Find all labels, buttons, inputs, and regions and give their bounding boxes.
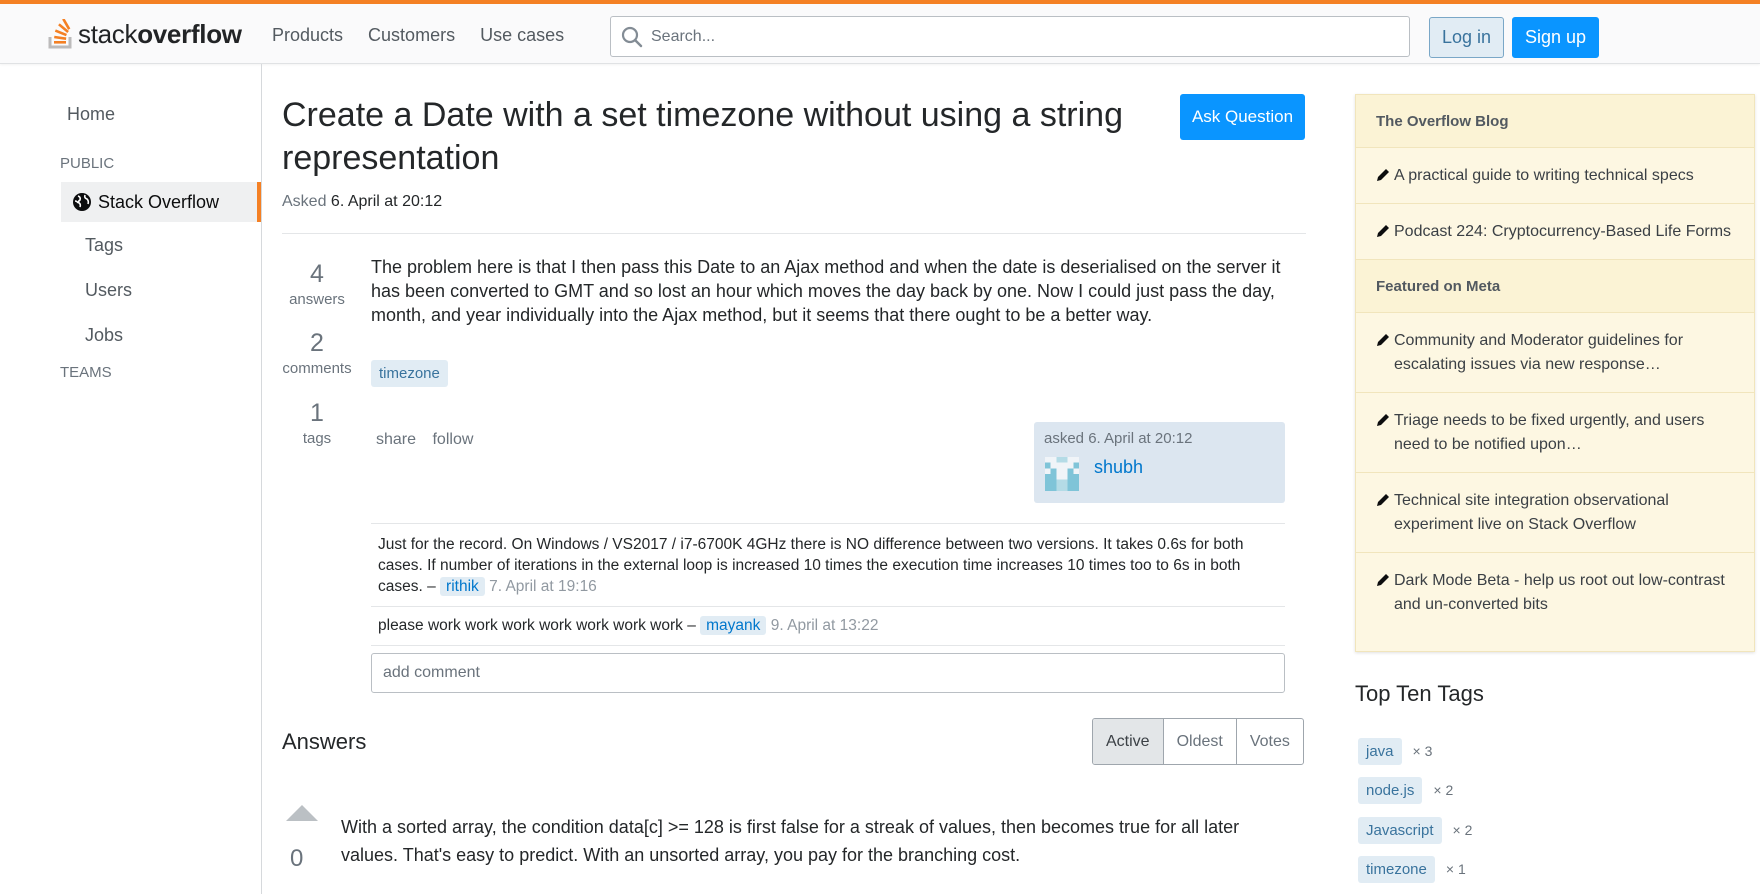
comment: Just for the record. On Windows / VS2017… (371, 524, 1285, 607)
answers-heading: Answers (282, 729, 367, 754)
meta-item[interactable]: Community and Moderator guidelines for e… (1356, 313, 1754, 393)
tag-count: × 2 (1433, 782, 1454, 798)
question-title[interactable]: Create a Date with a set timezone withou… (282, 94, 1152, 180)
meta-item-label: Dark Mode Beta - help us root out low-co… (1394, 572, 1725, 613)
vote-count: 0 (290, 845, 304, 872)
stack-logo-icon (48, 19, 72, 49)
comment-user[interactable]: mayank (700, 616, 767, 635)
nav-use-cases[interactable]: Use cases (480, 25, 564, 46)
meta-item-label: Community and Moderator guidelines for e… (1394, 332, 1684, 373)
follow-link[interactable]: follow (432, 431, 473, 448)
sort-active[interactable]: Active (1093, 719, 1163, 764)
sidebar-item-tags[interactable]: Tags (85, 235, 123, 256)
top-bar: stackoverflow Products Customers Use cas… (0, 0, 1760, 64)
blog-heading: The Overflow Blog (1356, 95, 1754, 148)
tag-timezone[interactable]: timezone (1358, 855, 1435, 883)
tag-javascript[interactable]: Javascript (1358, 816, 1442, 844)
user-card: asked 6. April at 20:12 shubh (1034, 422, 1285, 503)
post-menu: share follow (376, 431, 485, 449)
stackoverflow-logo[interactable]: stackoverflow (48, 14, 242, 54)
stat-tags: 1 tags (282, 398, 352, 450)
search-box (610, 16, 1410, 57)
stat-label: answers (289, 291, 345, 308)
nav-customers[interactable]: Customers (368, 25, 455, 46)
question-body: The problem here is that I then pass thi… (371, 257, 1281, 325)
blog-item-label: A practical guide to writing technical s… (1394, 167, 1694, 184)
login-button[interactable]: Log in (1429, 17, 1504, 58)
tag-nodejs[interactable]: node.js (1358, 776, 1423, 804)
asked-timestamp: asked 6. April at 20:12 (1044, 430, 1193, 447)
sidebar-item-jobs[interactable]: Jobs (85, 325, 123, 346)
asked-date: 6. April at 20:12 (330, 193, 443, 210)
tag-java[interactable]: java (1358, 737, 1402, 765)
top-tag-row: java × 3 (1358, 735, 1432, 767)
blog-item-label: Podcast 224: Cryptocurrency-Based Life F… (1394, 223, 1732, 240)
tag-count: × 3 (1412, 743, 1433, 759)
search-input[interactable] (651, 17, 1391, 56)
sort-oldest[interactable]: Oldest (1162, 719, 1236, 764)
share-link[interactable]: share (376, 431, 416, 448)
signup-button[interactable]: Sign up (1512, 17, 1599, 58)
sidebar-item-home[interactable]: Home (67, 104, 115, 125)
comment-text: please work work work work work work wor… (378, 617, 696, 634)
meta-item-label: Triage needs to be fixed urgently, and u… (1394, 412, 1705, 453)
nav-products[interactable]: Products (272, 25, 343, 46)
blog-item[interactable]: A practical guide to writing technical s… (1356, 148, 1754, 204)
stat-label: tags (302, 430, 332, 447)
stat-comments: 2 comments (282, 328, 352, 380)
sidebar-section-public: PUBLIC (60, 155, 115, 172)
upvote-icon[interactable] (284, 803, 320, 823)
add-comment-input[interactable]: add comment (371, 653, 1285, 693)
ask-question-button[interactable]: Ask Question (1180, 94, 1305, 140)
top-tag-row: Javascript × 2 (1358, 814, 1472, 846)
pencil-icon (1377, 414, 1389, 426)
sort-votes[interactable]: Votes (1235, 719, 1303, 764)
sidebar-item-users[interactable]: Users (85, 280, 132, 301)
top-tag-row: timezone × 1 (1358, 853, 1466, 885)
comment-user[interactable]: rithik (440, 577, 485, 596)
stat-number: 4 (310, 260, 324, 288)
author-name[interactable]: shubh (1094, 457, 1143, 478)
tag-count: × 1 (1445, 861, 1466, 877)
sidebar-item-stack-overflow[interactable]: Stack Overflow (61, 182, 261, 222)
meta-item[interactable]: Technical site integration observational… (1356, 473, 1754, 553)
asked-info: Asked 6. April at 20:12 (282, 193, 442, 211)
top-nav: Products Customers Use cases (272, 25, 589, 46)
top-tags-heading: Top Ten Tags (1355, 681, 1484, 706)
comment-date: 9. April at 13:22 (770, 617, 879, 634)
tag-count: × 2 (1452, 822, 1473, 838)
search-icon (621, 26, 643, 48)
blog-item[interactable]: Podcast 224: Cryptocurrency-Based Life F… (1356, 204, 1754, 260)
comment-date: 7. April at 19:16 (489, 578, 597, 595)
sidebar-section-teams: TEAMS (60, 364, 112, 381)
globe-icon (73, 193, 91, 211)
answer-sort-tabs: Active Oldest Votes (1092, 718, 1304, 765)
sidebar-item-label: Stack Overflow (98, 191, 220, 212)
pencil-icon (1377, 494, 1389, 506)
meta-item-label: Technical site integration observational… (1394, 492, 1669, 533)
meta-item[interactable]: Triage needs to be fixed urgently, and u… (1356, 393, 1754, 473)
question-tags: timezone (371, 360, 448, 387)
stat-number: 1 (310, 399, 324, 427)
meta-heading: Featured on Meta (1356, 260, 1754, 313)
asked-prefix: Asked (282, 193, 327, 210)
overflow-blog-widget: The Overflow Blog A practical guide to w… (1355, 94, 1755, 652)
meta-item[interactable]: Dark Mode Beta - help us root out low-co… (1356, 553, 1754, 632)
logo-text: stackoverflow (78, 18, 242, 49)
divider (282, 233, 1306, 234)
pencil-icon (1377, 169, 1389, 181)
top-tag-row: node.js × 2 (1358, 774, 1453, 806)
stat-answers: 4 answers (282, 259, 352, 311)
pencil-icon (1377, 334, 1389, 346)
stat-number: 2 (310, 329, 324, 357)
answer-body: With a sorted array, the condition data[… (341, 817, 1240, 865)
pencil-icon (1377, 225, 1389, 237)
comment-list: Just for the record. On Windows / VS2017… (371, 523, 1285, 646)
tag-timezone[interactable]: timezone (371, 360, 448, 387)
stat-label: comments (282, 360, 352, 377)
comment: please work work work work work work wor… (371, 607, 1285, 646)
left-sidebar: Home PUBLIC Stack Overflow Tags Users Jo… (0, 64, 262, 894)
pencil-icon (1377, 574, 1389, 586)
avatar[interactable] (1045, 457, 1079, 491)
